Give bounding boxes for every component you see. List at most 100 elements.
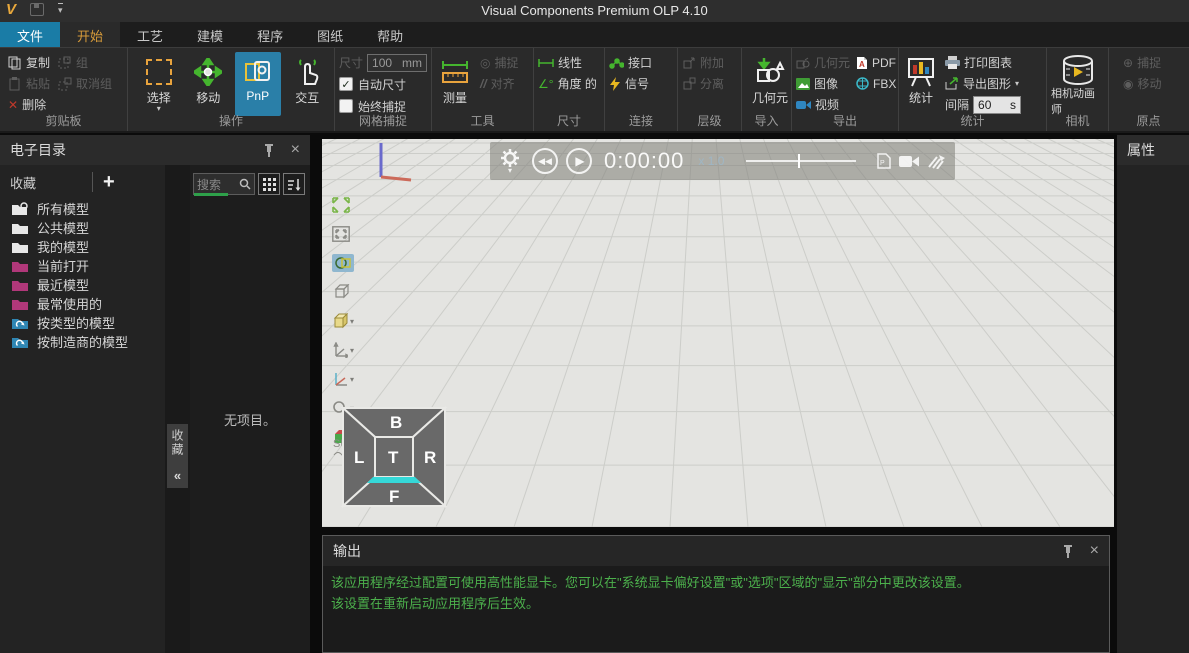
search-input[interactable]: 搜索 [193, 173, 255, 195]
signal-broadcast-icon[interactable] [927, 153, 945, 169]
svg-text:F: F [389, 487, 399, 506]
export-pdf-viewport-icon[interactable]: P [877, 153, 891, 169]
export-fbx-button[interactable]: FBX [856, 75, 896, 92]
favorites-collapsed-tab[interactable]: 收藏 « [167, 424, 188, 488]
export-graph-dropdown-icon[interactable]: ▾ [1015, 81, 1019, 87]
copy-button[interactable]: 复制 [8, 54, 50, 71]
add-favorite-button[interactable]: + [103, 173, 115, 191]
select-icon [146, 59, 172, 85]
group-button[interactable]: 组 [58, 54, 112, 71]
settings-dropdown-icon[interactable]: ▾ [508, 168, 512, 174]
auto-size-checkbox[interactable]: ✓ 自动尺寸 [339, 75, 427, 93]
dropdown-icon[interactable]: ▾ [350, 317, 354, 326]
detach-button[interactable]: 分离 [682, 75, 737, 92]
snap-tool-button[interactable]: ◎ 捕捉 [480, 54, 519, 71]
svg-text:A: A [859, 60, 865, 69]
delete-button[interactable]: ✕ 删除 [8, 96, 50, 113]
ribbon-group-clipboard: 复制 粘贴 ✕ 删除 组 [0, 48, 128, 131]
tab-process[interactable]: 工艺 [120, 22, 180, 47]
plane-view-button[interactable] [332, 254, 354, 272]
move-button[interactable]: 移动 [186, 52, 232, 116]
export-pdf-button[interactable]: A PDF [856, 54, 896, 71]
svg-text:R: R [424, 448, 436, 467]
pnp-button[interactable]: PnP [235, 52, 281, 116]
measure-button[interactable]: 测量 [436, 52, 474, 116]
origin-snap-button[interactable]: ⊕ 捕捉 [1123, 54, 1184, 71]
fit-view-button[interactable] [332, 196, 354, 214]
export-image-button[interactable]: 图像 [796, 75, 850, 92]
viewport-3d[interactable]: ▾ ◀◀ ▶ 0:00:00 x 1.0 P [322, 139, 1114, 527]
close-icon[interactable]: × [291, 143, 300, 157]
linear-dimension-icon [538, 58, 554, 68]
grid-size-input[interactable]: 100 mm [367, 54, 427, 72]
output-log[interactable]: 该应用程序经过配置可使用高性能显卡。您可以在"系统显卡偏好设置"或"选项"区域的… [323, 566, 1109, 620]
linear-dimension-button[interactable]: 线性 [538, 54, 600, 71]
dropdown-icon[interactable]: ▾ [350, 346, 354, 355]
speed-slider[interactable] [746, 160, 856, 162]
import-geometry-button[interactable]: 几何元 [746, 52, 794, 116]
output-line: 该设置在重新启动应用程序后生效。 [331, 593, 1101, 614]
camera-animator-button[interactable]: 相机动画师 [1051, 52, 1105, 116]
import-geometry-icon [755, 57, 785, 87]
slider-handle[interactable] [798, 154, 800, 168]
ungroup-button[interactable]: 取消组 [58, 75, 112, 92]
sort-button[interactable] [283, 173, 305, 195]
ecatalog-panel: 电子目录 × 收藏 + 所有模型 公共模型 我的模型 [0, 135, 310, 653]
tab-help[interactable]: 帮助 [360, 22, 420, 47]
pin-icon[interactable] [263, 143, 275, 157]
origin-move-icon: ◉ [1123, 77, 1133, 91]
grid-view-button[interactable] [258, 173, 280, 195]
tab-program[interactable]: 程序 [240, 22, 300, 47]
interval-input[interactable]: 60 s [973, 96, 1021, 114]
origin-move-button[interactable]: ◉ 移动 [1123, 75, 1184, 92]
fill-view-button[interactable] [332, 225, 354, 243]
attach-button[interactable]: 附加 [682, 54, 737, 71]
align-button[interactable]: // 对齐 [480, 75, 519, 92]
interface-button[interactable]: 接口 [609, 54, 673, 71]
paste-button[interactable]: 粘贴 [8, 75, 50, 92]
ribbon-group-export: 几何元 图像 视频 [792, 48, 899, 131]
close-icon[interactable]: × [1090, 544, 1099, 558]
detach-icon [682, 77, 696, 90]
tab-drawing[interactable]: 图纸 [300, 22, 360, 47]
play-button[interactable]: ▶ [566, 148, 592, 174]
image-icon [796, 78, 810, 90]
ribbon-group-origin: ⊕ 捕捉 ◉ 移动 原点 [1109, 48, 1188, 131]
export-graph-button[interactable]: 导出图形 ▾ [945, 75, 1021, 92]
select-button[interactable]: 选择 ▾ [136, 52, 182, 116]
checkbox-unchecked-icon [339, 99, 353, 113]
svg-text:L: L [354, 448, 364, 467]
interval-label: 间隔 [945, 96, 969, 113]
tab-file[interactable]: 文件 [0, 22, 60, 47]
svg-text:T: T [388, 448, 399, 467]
export-video-button[interactable]: 视频 [796, 96, 850, 113]
view-cube[interactable]: B T R L F [340, 405, 448, 510]
interact-button[interactable]: 交互 [285, 52, 331, 116]
export-geometry-button[interactable]: 几何元 [796, 54, 850, 71]
collapse-chevron-icon[interactable]: « [174, 468, 181, 483]
origin-axes-button[interactable]: ▾ [332, 370, 354, 388]
print-chart-button[interactable]: 打印图表 [945, 54, 1021, 71]
signal-button[interactable]: 信号 [609, 75, 673, 92]
wireframe-cube-button[interactable] [332, 283, 354, 301]
tab-modeling[interactable]: 建模 [180, 22, 240, 47]
attach-icon [682, 56, 696, 69]
pin-icon[interactable] [1062, 544, 1074, 558]
folder-icon [12, 259, 29, 273]
frame-axes-button[interactable]: ▾ [332, 341, 354, 359]
statistics-button[interactable]: 统计 [903, 52, 939, 116]
simulation-playback-bar: ▾ ◀◀ ▶ 0:00:00 x 1.0 P [490, 142, 955, 180]
simulation-settings-gear-icon[interactable] [500, 148, 520, 168]
snap-icon: ◎ [480, 56, 490, 70]
dropdown-icon[interactable]: ▾ [350, 375, 354, 384]
view-cube-edge-highlight [367, 477, 421, 483]
reset-button[interactable]: ◀◀ [532, 148, 558, 174]
angular-dimension-button[interactable]: ∠° 角度 的 [538, 75, 600, 92]
title-bar: V ▾ Visual Components Premium OLP 4.10 [0, 0, 1189, 22]
shaded-cube-button[interactable]: ▾ [332, 312, 354, 330]
tab-home[interactable]: 开始 [60, 22, 120, 47]
angular-dimension-icon: ∠° [538, 77, 554, 91]
folder-refresh-icon [12, 335, 29, 349]
record-video-icon[interactable] [899, 155, 919, 168]
move-icon [194, 58, 222, 86]
